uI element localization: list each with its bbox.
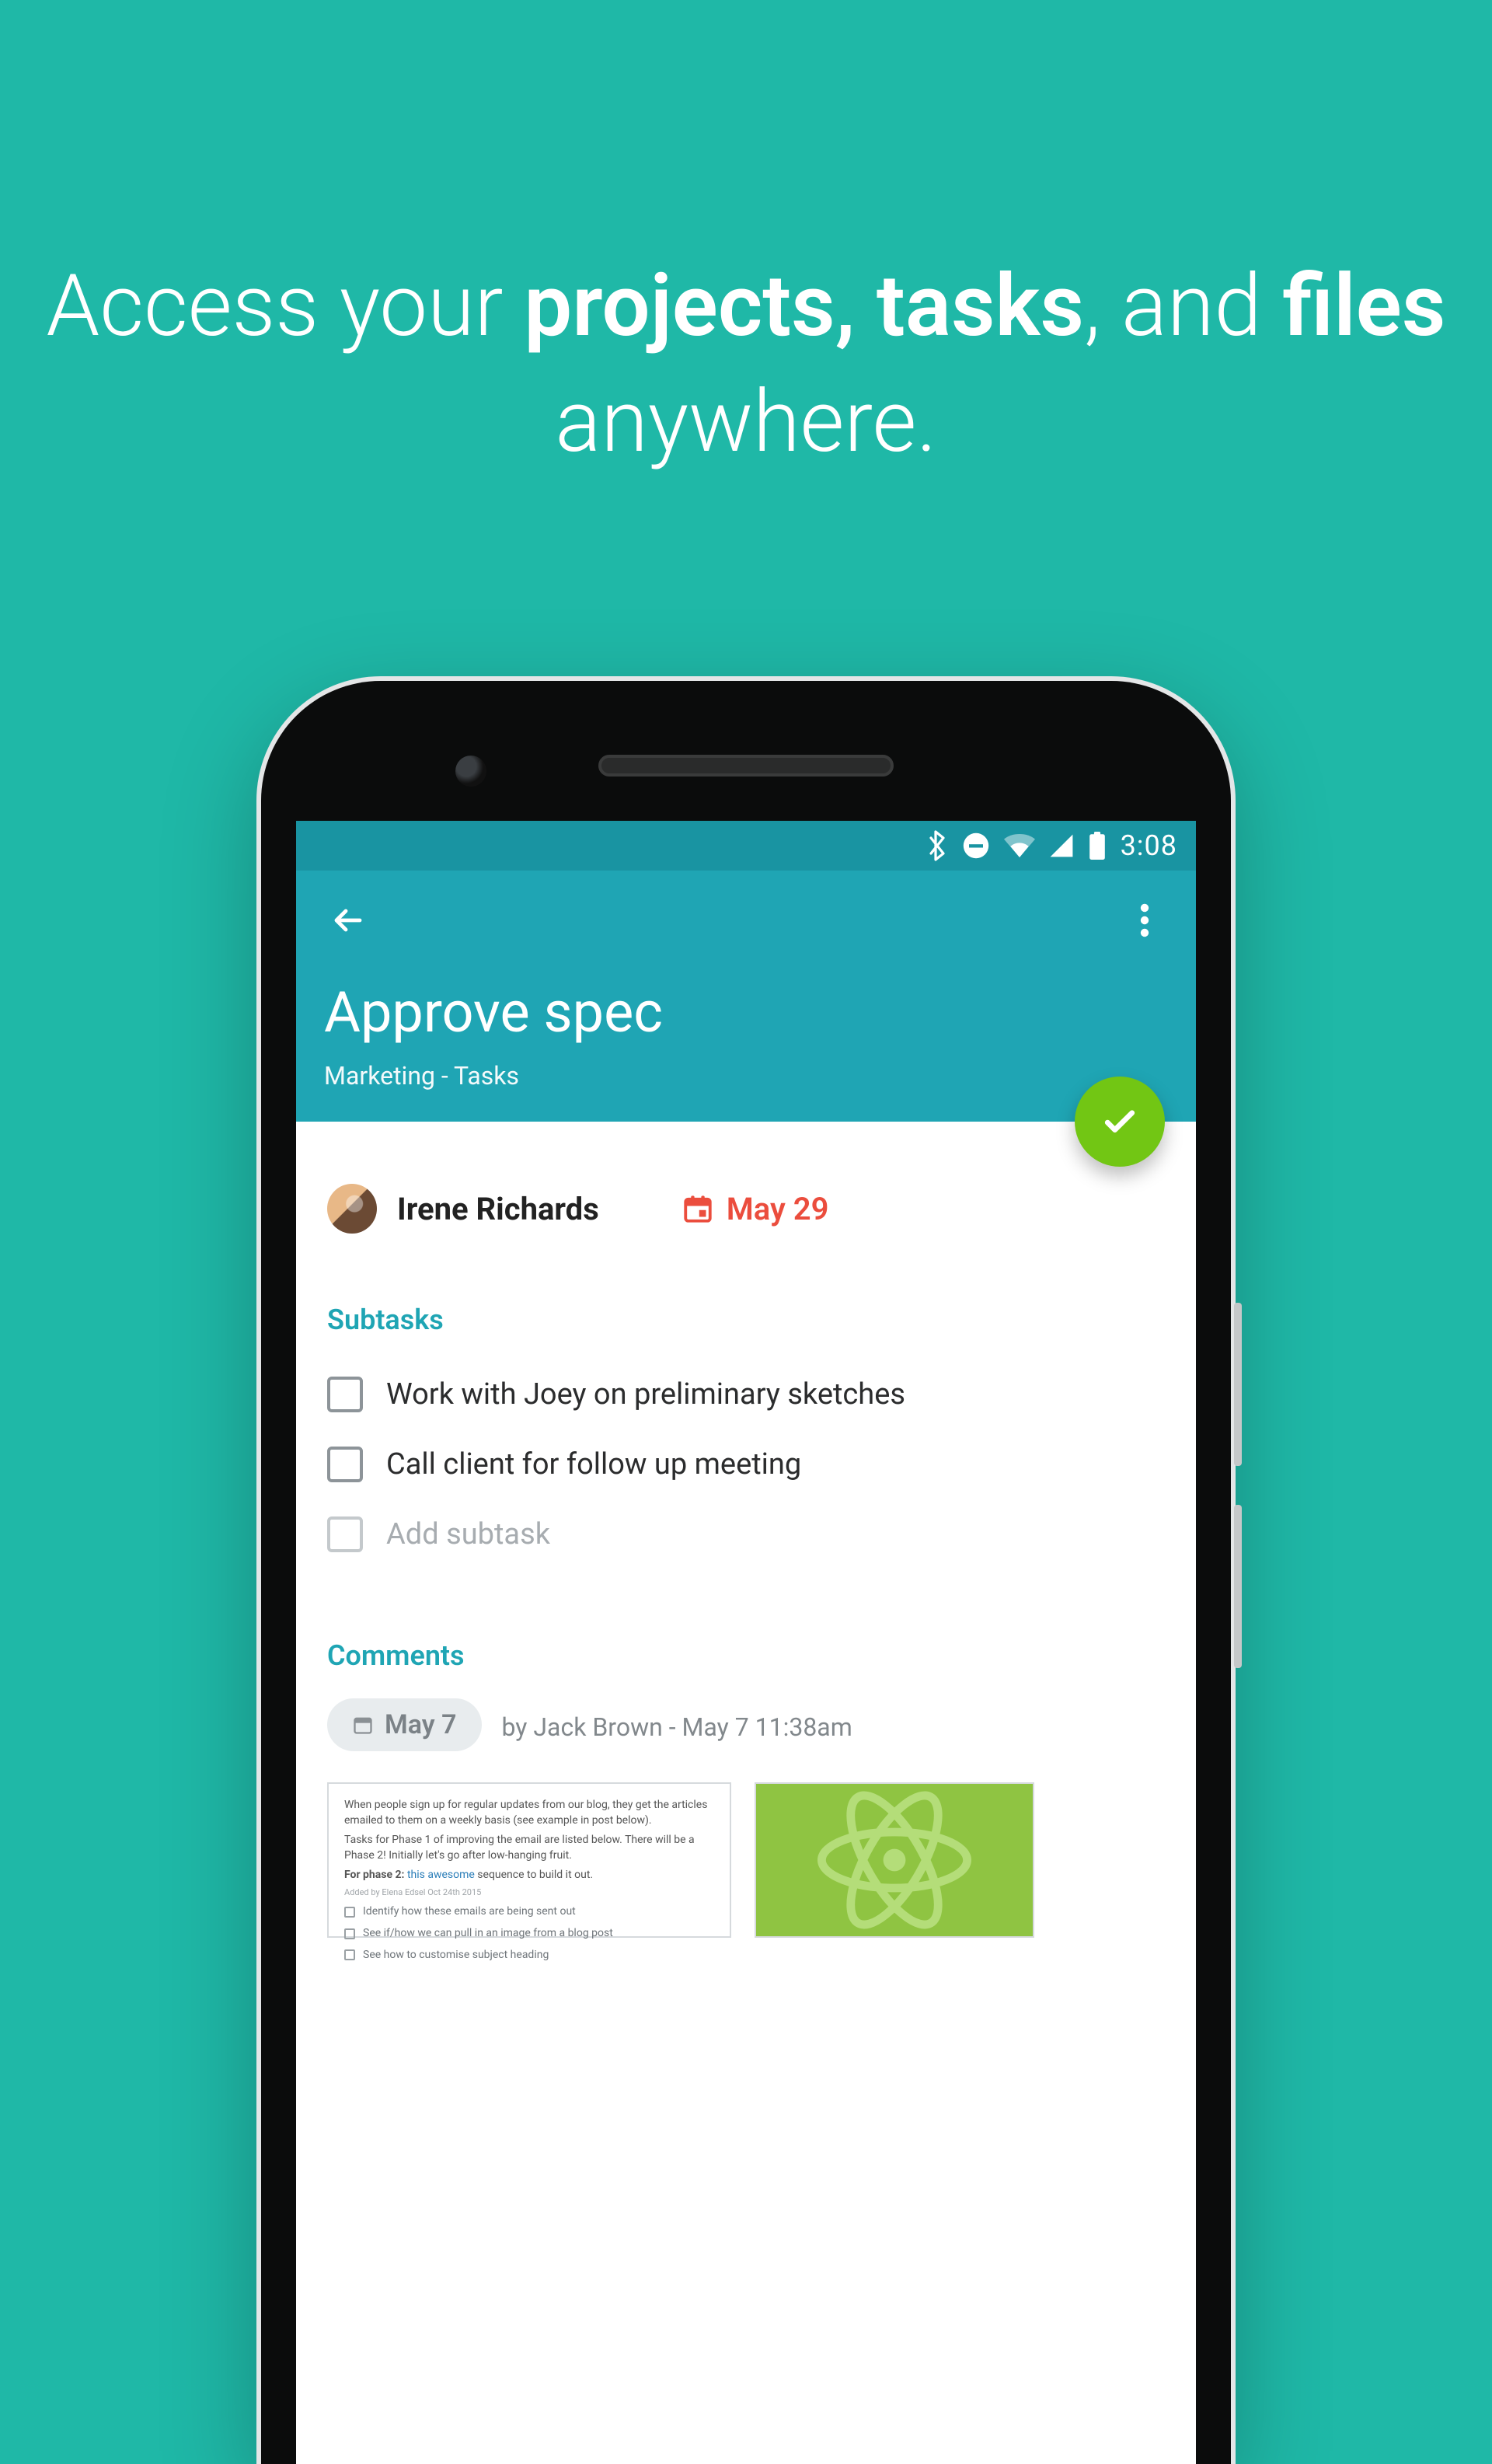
- comments-heading: Comments: [327, 1639, 1165, 1672]
- assignee-name: Irene Richards: [397, 1191, 599, 1227]
- marketing-headline: Access your projects, tasks, and files a…: [0, 249, 1492, 480]
- atom-icon: [809, 1790, 980, 1930]
- attachment-image[interactable]: [755, 1782, 1034, 1938]
- add-subtask-row[interactable]: Add subtask: [327, 1499, 1165, 1569]
- comment-chip-label: May 7: [385, 1709, 457, 1740]
- wifi-icon: [1004, 833, 1035, 858]
- calendar-icon: [352, 1714, 374, 1736]
- cell-signal-icon: [1049, 833, 1074, 858]
- overflow-menu-button[interactable]: [1121, 897, 1168, 944]
- complete-task-fab[interactable]: [1075, 1077, 1165, 1167]
- front-camera: [455, 756, 486, 787]
- phone-speaker: [598, 755, 894, 777]
- assignee-avatar: [327, 1184, 377, 1234]
- due-date[interactable]: May 29: [682, 1191, 829, 1227]
- check-icon: [1099, 1101, 1141, 1143]
- subtask-label: Call client for follow up meeting: [386, 1447, 801, 1482]
- task-title: Approve spec: [324, 979, 1168, 1045]
- task-breadcrumb: Marketing - Tasks: [324, 1061, 1168, 1091]
- status-time: 3:08: [1121, 829, 1177, 862]
- checkbox-icon[interactable]: [327, 1377, 363, 1412]
- comment-date-chip[interactable]: May 7: [327, 1698, 482, 1751]
- subtasks-heading: Subtasks: [327, 1304, 1165, 1336]
- app-bar: Approve spec Marketing - Tasks: [296, 871, 1196, 1122]
- phone-notch: [261, 681, 1231, 821]
- attachments-row: When people sign up for regular updates …: [327, 1782, 1165, 1938]
- subtask-label: Work with Joey on preliminary sketches: [386, 1377, 905, 1412]
- assignee-row[interactable]: Irene Richards May 29: [327, 1184, 1165, 1234]
- phone-screen: 3:08 Approve spec Marketing - Tasks: [296, 821, 1196, 2464]
- bluetooth-icon: [926, 830, 948, 861]
- attachment-document[interactable]: When people sign up for regular updates …: [327, 1782, 731, 1938]
- dnd-icon: [962, 832, 990, 860]
- arrow-left-icon: [329, 902, 366, 939]
- checkbox-icon[interactable]: [327, 1447, 363, 1482]
- subtask-row[interactable]: Work with Joey on preliminary sketches: [327, 1359, 1165, 1429]
- status-bar: 3:08: [296, 821, 1196, 871]
- subtask-row[interactable]: Call client for follow up meeting: [327, 1429, 1165, 1499]
- due-date-label: May 29: [727, 1191, 829, 1227]
- calendar-icon: [682, 1192, 714, 1225]
- phone-frame: 3:08 Approve spec Marketing - Tasks: [256, 676, 1236, 2464]
- more-vert-icon: [1140, 903, 1149, 937]
- battery-icon: [1088, 832, 1107, 860]
- checkbox-icon: [327, 1516, 363, 1552]
- back-button[interactable]: [324, 897, 371, 944]
- add-subtask-placeholder: Add subtask: [386, 1517, 550, 1551]
- comment-meta: by Jack Brown - May 7 11:38am: [502, 1712, 852, 1742]
